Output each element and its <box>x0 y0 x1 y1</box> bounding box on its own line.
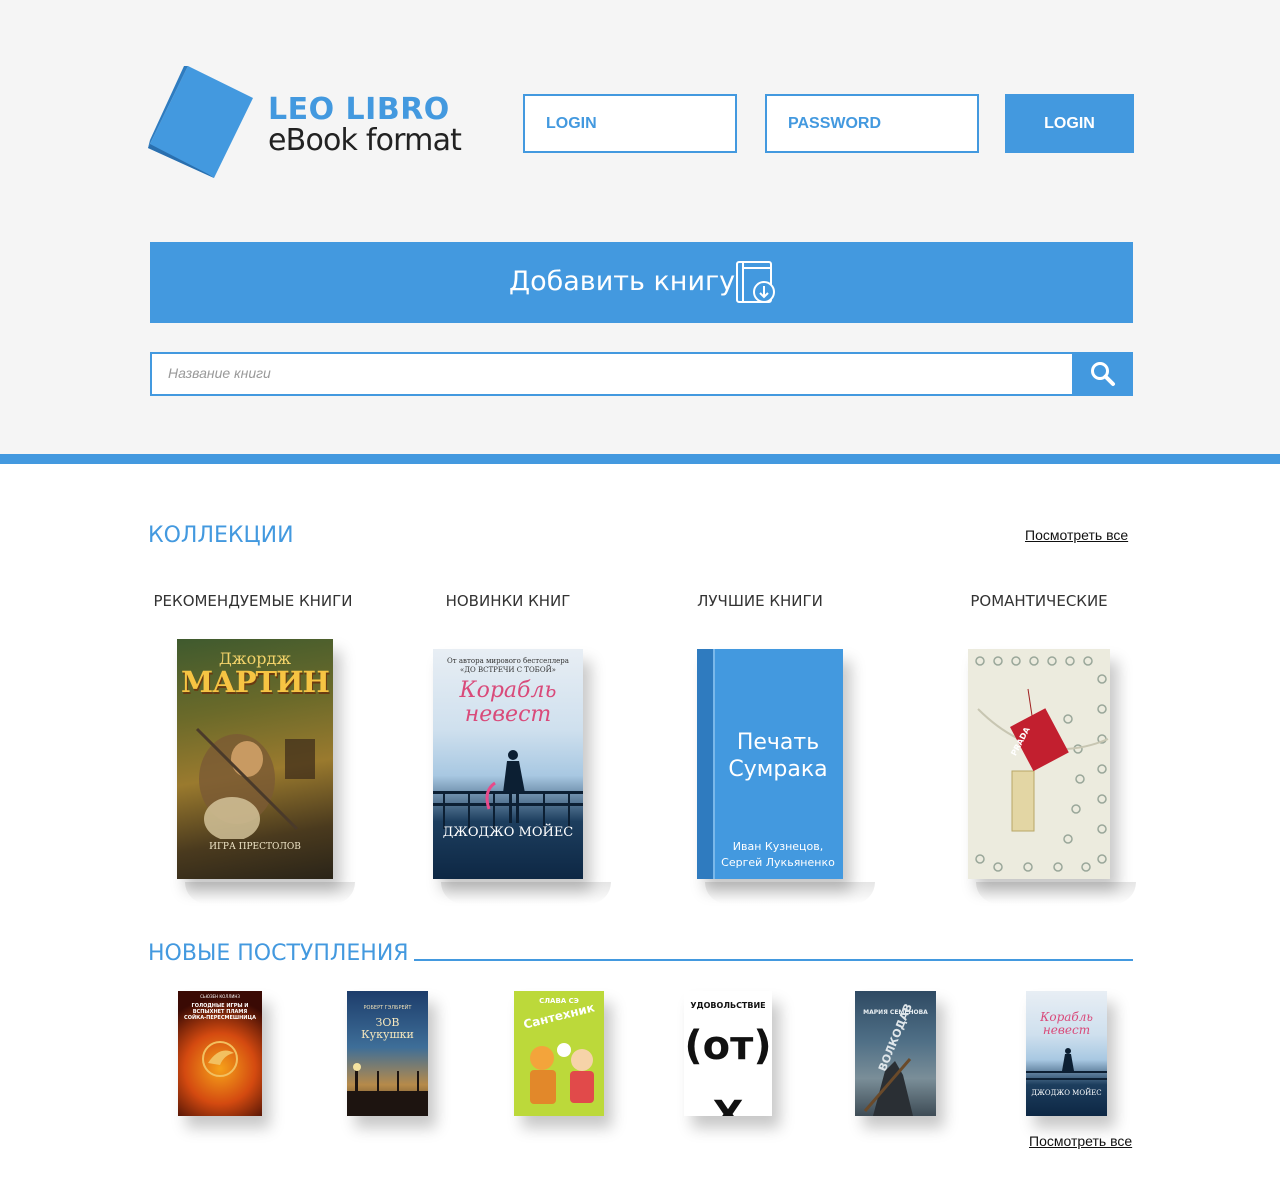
new-book-cover-1[interactable]: СЬЮЗЕН КОЛЛИНЗ ГОЛОДНЫЕ ИГРЫ И ВСПЫХНЕТ … <box>178 991 262 1116</box>
book-icon <box>148 66 253 178</box>
cover-illustration <box>975 656 1109 872</box>
new-book-cover-3[interactable]: СЛАВА СЭ Сантехник <box>514 991 604 1116</box>
cover-authors: Иван Кузнецов, Сергей Лукьяненко <box>721 840 835 869</box>
new-book-title: Корабль невест <box>1040 1010 1093 1037</box>
new-book-cover-5[interactable]: МАРИЯ СЕМЁНОВА ВОЛКОДАВ <box>855 991 936 1116</box>
cover-illustration <box>530 1043 594 1104</box>
cover-illustration <box>195 727 315 839</box>
logo-subtitle: eBook format <box>268 123 462 158</box>
new-arrivals-divider <box>414 959 1133 961</box>
search-input[interactable]: Название книги <box>150 352 1074 396</box>
new-book-title-top: УДОВОЛЬСТВИЕ <box>690 1001 766 1010</box>
collection-label-romantic[interactable]: РОМАНТИЧЕСКИЕ <box>970 592 1107 610</box>
collection-label-best[interactable]: ЛУЧШИЕ КНИГИ <box>697 592 823 610</box>
collection-label-new[interactable]: НОВИНКИ КНИГ <box>446 592 571 610</box>
header-divider <box>0 454 1280 464</box>
search-icon <box>1091 362 1115 386</box>
book-shadow <box>976 882 1136 904</box>
cover-illustration <box>433 750 583 829</box>
mockingjay-icon <box>202 1041 238 1077</box>
cover-tagline: От автора мирового бестселлера «ДО ВСТРЕ… <box>447 657 569 674</box>
collections-title: КОЛЛЕКЦИИ <box>148 523 294 548</box>
new-book-author: РОБЕРТ ГЭЛБРЕЙТ <box>363 1005 412 1011</box>
new-book-author: СЬЮЗЕН КОЛЛИНЗ <box>200 994 240 999</box>
book-download-icon <box>736 261 775 303</box>
cover-illustration <box>863 1058 913 1116</box>
login-button[interactable]: LOGIN <box>1005 94 1134 153</box>
new-book-cover-6[interactable]: Корабль невест ДЖОДЖО МОЙЕС <box>1026 991 1107 1116</box>
new-book-title: (от) X <box>684 1023 772 1116</box>
new-book-author: ДЖОДЖО МОЙЕС <box>1031 1089 1102 1097</box>
book-shadow <box>705 882 875 904</box>
add-book-button[interactable]: Добавить книгу <box>150 242 1133 323</box>
logo-title: LEO LIBRO <box>268 92 450 127</box>
cover-author-last: МАРТИН <box>181 665 330 699</box>
cover-title: Корабль невест <box>459 678 557 727</box>
login-input[interactable]: LOGIN <box>523 94 737 153</box>
cover-illustration <box>347 1063 428 1116</box>
cover-title: Печать Сумрака <box>728 730 828 782</box>
new-arrivals-see-all-link[interactable]: Посмотреть все <box>1029 1133 1132 1149</box>
search-placeholder: Название книги <box>168 365 271 381</box>
add-book-label: Добавить книгу <box>509 266 736 297</box>
new-book-title: ЗОВ Кукушки <box>361 1016 414 1041</box>
book-cover-korabl-nevest[interactable]: От автора мирового бестселлера «ДО ВСТРЕ… <box>433 649 583 879</box>
book-cover-prada[interactable]: PRADA <box>968 649 1110 879</box>
new-book-author: МАРИЯ СЕМЁНОВА <box>863 1009 928 1016</box>
cover-author: ДЖОДЖО МОЙЕС <box>442 825 574 840</box>
book-cover-martin[interactable]: Джордж МАРТИН ИГРА ПРЕСТОЛОВ <box>177 639 333 879</box>
book-shadow <box>441 882 611 904</box>
new-book-cover-4[interactable]: УДОВОЛЬСТВИЕ (от) X <box>684 991 772 1116</box>
cover-illustration <box>1026 1048 1107 1080</box>
password-input[interactable]: PASSWORD <box>765 94 979 153</box>
book-cover-pechat-sumraka[interactable]: Печать Сумрака Иван Кузнецов, Сергей Лук… <box>697 649 843 879</box>
cover-series: ИГРА ПРЕСТОЛОВ <box>209 842 301 852</box>
new-book-title: ГОЛОДНЫЕ ИГРЫ И ВСПЫХНЕТ ПЛАМЯ СОЙКА-ПЕР… <box>184 1003 256 1021</box>
collections-see-all-link[interactable]: Посмотреть все <box>1025 527 1128 543</box>
search-button[interactable] <box>1073 352 1133 396</box>
collection-label-recommended[interactable]: РЕКОМЕНДУЕМЫЕ КНИГИ <box>154 592 353 610</box>
book-shadow <box>185 882 355 904</box>
new-arrivals-title: НОВЫЕ ПОСТУПЛЕНИЯ <box>148 941 409 966</box>
new-book-cover-2[interactable]: РОБЕРТ ГЭЛБРЕЙТ ЗОВ Кукушки <box>347 991 428 1116</box>
